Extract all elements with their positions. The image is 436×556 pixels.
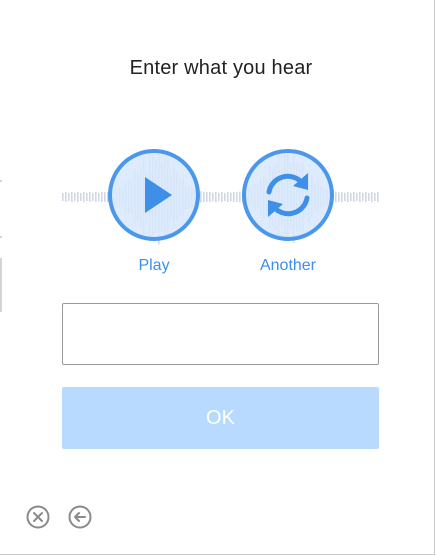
another-label[interactable]: Another <box>228 257 348 275</box>
wave-bar <box>347 192 349 202</box>
wave-bar <box>62 192 64 202</box>
another-button[interactable] <box>241 148 335 242</box>
wave-bar <box>374 192 376 202</box>
wave-bar <box>356 192 358 202</box>
wave-bar <box>77 192 79 202</box>
wave-bar <box>212 192 214 202</box>
edge-divider <box>0 258 2 312</box>
play-label[interactable]: Play <box>94 257 214 275</box>
page-title: Enter what you hear <box>129 57 313 79</box>
wave-bar <box>68 192 70 202</box>
wave-bar <box>71 192 73 202</box>
wave-bar <box>338 192 340 202</box>
wave-bar <box>74 192 76 202</box>
wave-bar <box>335 191 337 203</box>
wave-bar <box>344 192 346 202</box>
captcha-panel <box>0 0 435 555</box>
wave-bar <box>206 192 208 202</box>
wave-bar <box>95 192 97 202</box>
wave-bar <box>65 192 67 202</box>
wave-bar <box>230 192 232 202</box>
wave-bar <box>227 192 229 202</box>
wave-bar <box>92 192 94 202</box>
wave-bar <box>209 192 211 202</box>
wave-bar <box>236 192 238 202</box>
ok-button[interactable]: OK <box>62 387 379 449</box>
wave-bar <box>203 191 205 203</box>
wave-bar <box>362 192 364 202</box>
wave-bar <box>80 192 82 202</box>
back-icon <box>68 505 92 529</box>
play-icon <box>108 149 200 241</box>
wave-bar <box>224 192 226 202</box>
close-icon <box>26 505 50 529</box>
wave-bar <box>365 192 367 202</box>
play-button[interactable] <box>107 148 201 242</box>
wave-bar <box>86 192 88 202</box>
wave-bar <box>341 192 343 202</box>
wave-bar <box>89 192 91 202</box>
wave-bar <box>101 192 103 202</box>
refresh-icon <box>242 149 334 241</box>
audio-waveform <box>62 150 379 245</box>
back-button[interactable] <box>67 504 93 530</box>
wave-bar <box>371 192 373 202</box>
wave-bar <box>233 192 235 202</box>
wave-bar <box>218 192 220 202</box>
close-button[interactable] <box>25 504 51 530</box>
wave-bar <box>104 192 106 202</box>
wave-bar <box>350 192 352 202</box>
answer-input[interactable] <box>62 303 379 365</box>
wave-bar <box>221 192 223 202</box>
wave-bar <box>377 192 379 202</box>
wave-bar <box>83 192 85 202</box>
wave-bar <box>98 192 100 202</box>
wave-bar <box>353 192 355 202</box>
wave-bar <box>215 192 217 202</box>
wave-bar <box>368 192 370 202</box>
wave-bar <box>359 192 361 202</box>
